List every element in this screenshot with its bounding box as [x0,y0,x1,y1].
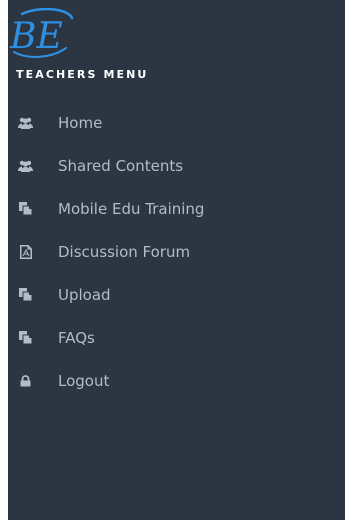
sidebar-item-home[interactable]: Home [8,101,345,144]
copy-icon [18,331,33,345]
lock-icon [18,374,33,388]
sidebar-item-label: Mobile Edu Training [58,199,205,218]
sidebar-item-label: Discussion Forum [58,242,191,261]
sidebar-item-mobile-edu-training[interactable]: Mobile Edu Training [8,187,345,230]
sidebar-menu: Home Shared Contents Mobile Edu Training… [8,101,345,402]
sidebar-item-label: Upload [58,285,111,304]
sidebar: BE TEACHERS MENU Home Shared Contents Mo… [8,0,345,520]
teachers-menu-header: TEACHERS MENU [16,68,149,81]
sidebar-item-upload[interactable]: Upload [8,273,345,316]
sidebar-item-label: Shared Contents [58,156,184,175]
logo[interactable]: BE [8,7,78,58]
sidebar-item-logout[interactable]: Logout [8,359,345,402]
sidebar-item-label: Logout [58,371,110,390]
sidebar-item-discussion-forum[interactable]: Discussion Forum [8,230,345,273]
sidebar-item-label: FAQs [58,328,95,347]
sidebar-item-faqs[interactable]: FAQs [8,316,345,359]
sidebar-item-shared-contents[interactable]: Shared Contents [8,144,345,187]
logo-image: BE [9,7,74,58]
pdf-file-icon [18,244,33,259]
users-icon [18,159,33,173]
copy-icon [18,202,33,216]
users-icon [18,116,33,130]
sidebar-item-label: Home [58,113,103,132]
logo-text: BE [9,16,63,57]
copy-icon [18,288,33,302]
